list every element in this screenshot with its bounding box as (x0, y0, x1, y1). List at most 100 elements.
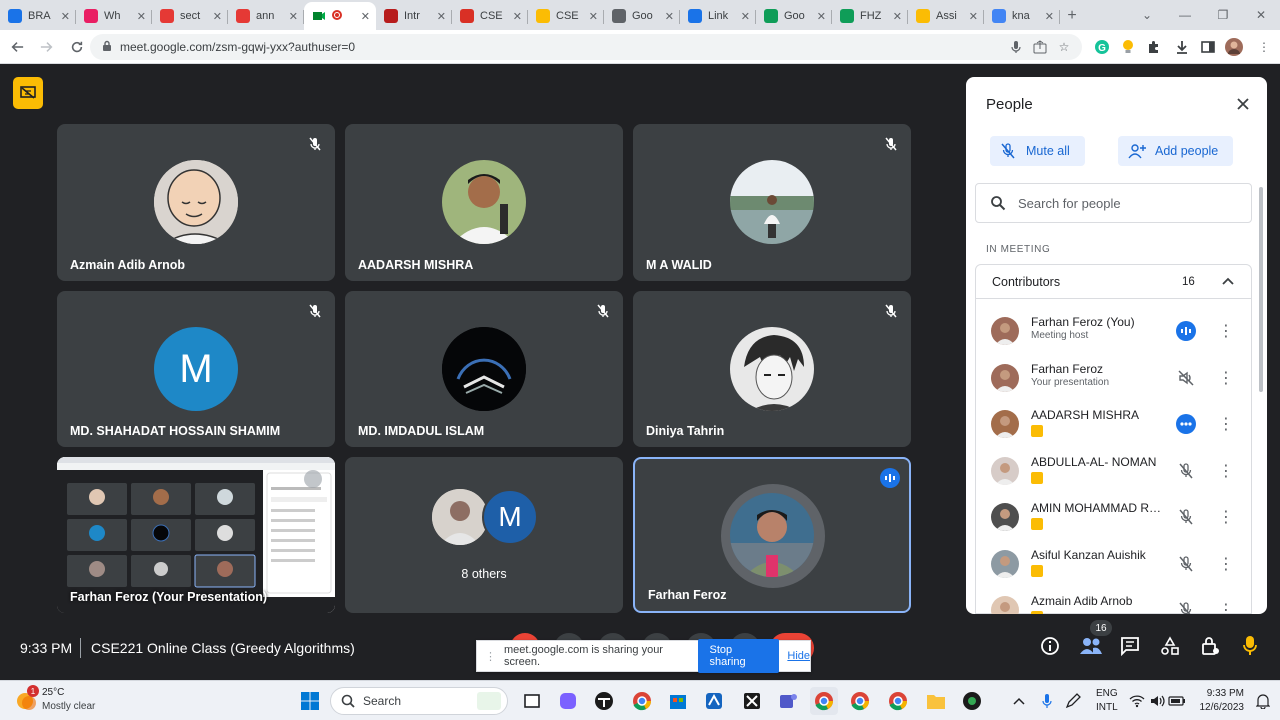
activities-icon[interactable] (1160, 636, 1180, 656)
audio-off-icon[interactable] (1175, 367, 1197, 389)
chat-icon[interactable] (1120, 636, 1140, 657)
app-icon[interactable] (738, 687, 766, 715)
browser-tab[interactable]: BRA ✕ (0, 2, 76, 30)
share-icon[interactable] (1030, 37, 1050, 57)
tab-close-icon[interactable]: ✕ (289, 10, 298, 23)
info-icon[interactable] (1040, 636, 1060, 656)
chrome-icon[interactable] (628, 687, 656, 715)
participant-row[interactable]: Farhan Feroz (You) Meeting host ⋮ (975, 308, 1249, 354)
mic-off-icon[interactable] (1175, 599, 1197, 614)
browser-tab[interactable]: sect ✕ (152, 2, 228, 30)
participant-tile-walid[interactable]: M A WALID (633, 124, 911, 281)
more-options-icon[interactable]: ⋮ (1218, 553, 1234, 575)
start-button[interactable] (296, 687, 324, 715)
search-people-input[interactable]: Search for people (975, 183, 1252, 223)
store-icon[interactable] (664, 687, 692, 715)
lightbulb-icon[interactable] (1118, 37, 1138, 57)
participant-tile-others[interactable]: M 8 others (345, 457, 623, 613)
maximize-button[interactable]: ❐ (1204, 0, 1242, 30)
teams-icon[interactable] (774, 687, 802, 715)
chat-app-icon[interactable] (554, 687, 582, 715)
microphone-icon[interactable] (1006, 37, 1026, 57)
participant-row[interactable]: AADARSH MISHRA ⋮ (975, 401, 1249, 447)
language-label[interactable]: ENG (1096, 688, 1118, 699)
mic-off-icon[interactable] (1175, 460, 1197, 482)
chrome-icon[interactable] (884, 687, 912, 715)
grip-icon[interactable]: ⋮ (485, 650, 496, 663)
browser-tab[interactable]: Wh ✕ (76, 2, 152, 30)
forward-icon[interactable] (34, 34, 60, 60)
reload-icon[interactable] (64, 34, 90, 60)
more-options-icon[interactable]: ⋮ (1218, 413, 1234, 435)
grammarly-icon[interactable]: G (1092, 37, 1112, 57)
participant-tile-presentation[interactable]: Farhan Feroz (Your Presentation) (57, 457, 335, 613)
more-options-icon[interactable]: ⋮ (1218, 320, 1234, 342)
mic-off-icon[interactable] (1175, 506, 1197, 528)
chevron-up-icon[interactable] (1221, 276, 1235, 286)
browser-tab[interactable]: ✕ (304, 2, 376, 30)
browser-tab[interactable]: Goo ✕ (604, 2, 680, 30)
download-icon[interactable] (1172, 37, 1192, 57)
tab-close-icon[interactable]: ✕ (589, 10, 598, 23)
host-controls-icon[interactable] (1200, 636, 1220, 656)
participant-row[interactable]: ABDULLA-AL- NOMAN ⋮ (975, 448, 1249, 494)
more-options-icon[interactable]: ⋮ (1218, 599, 1234, 614)
browser-tab[interactable]: CSE ✕ (452, 2, 528, 30)
tab-search-icon[interactable]: ⌄ (1128, 0, 1166, 30)
app-icon[interactable] (958, 687, 986, 715)
minimize-button[interactable]: — (1166, 0, 1204, 30)
tab-close-icon[interactable]: ✕ (1045, 10, 1054, 23)
extensions-icon[interactable] (1144, 37, 1164, 57)
star-icon[interactable]: ☆ (1054, 37, 1074, 57)
browser-tab[interactable]: FHZ ✕ (832, 2, 908, 30)
tab-close-icon[interactable]: ✕ (513, 10, 522, 23)
tab-close-icon[interactable]: ✕ (137, 10, 146, 23)
tab-close-icon[interactable]: ✕ (817, 10, 826, 23)
browser-tab[interactable]: kna ✕ (984, 2, 1060, 30)
participant-tile-imdadul[interactable]: MD. IMDADUL ISLAM (345, 291, 623, 447)
more-menu-icon[interactable]: ⋮ (1254, 37, 1274, 57)
clock-date[interactable]: 12/6/2023 (1196, 702, 1245, 713)
volume-icon[interactable] (1146, 687, 1168, 715)
file-explorer-icon[interactable] (922, 687, 950, 715)
battery-icon[interactable] (1166, 687, 1188, 715)
hide-link[interactable]: Hide (787, 650, 810, 662)
wifi-icon[interactable] (1126, 687, 1148, 715)
more-options-icon[interactable]: ⋮ (1218, 506, 1234, 528)
chrome-icon[interactable] (846, 687, 874, 715)
chevron-up-icon[interactable] (1006, 687, 1032, 715)
participant-tile-self[interactable]: Farhan Feroz (633, 457, 911, 613)
participant-tile-aadarsh[interactable]: AADARSH MISHRA (345, 124, 623, 281)
side-panel-icon[interactable] (1198, 37, 1218, 57)
clock-time[interactable]: 9:33 PM (1196, 688, 1244, 699)
contributors-header[interactable]: Contributors 16 (975, 265, 1252, 299)
hand-raise-icon[interactable] (1240, 634, 1260, 658)
notification-icon[interactable] (1250, 687, 1276, 715)
taskbar-search[interactable]: Search (330, 687, 508, 715)
tab-close-icon[interactable]: ✕ (741, 10, 750, 23)
participant-tile-shahadat[interactable]: M MD. SHAHADAT HOSSAIN SHAMIM (57, 291, 335, 447)
stop-sharing-button[interactable]: Stop sharing (697, 639, 780, 673)
tab-close-icon[interactable]: ✕ (893, 10, 902, 23)
participant-tile-diniya[interactable]: Diniya Tahrin (633, 291, 911, 447)
tab-close-icon[interactable]: ✕ (361, 10, 370, 23)
participant-row[interactable]: AMIN MOHAMMAD RO... ⋮ (975, 494, 1249, 540)
participant-row[interactable]: Azmain Adib Arnob ⋮ (975, 587, 1249, 614)
app-icon[interactable] (700, 687, 728, 715)
tab-close-icon[interactable]: ✕ (969, 10, 978, 23)
tab-close-icon[interactable]: ✕ (61, 10, 70, 23)
panel-scrollbar[interactable] (1259, 187, 1263, 392)
browser-tab[interactable]: Intr ✕ (376, 2, 452, 30)
app-icon[interactable] (590, 687, 618, 715)
close-window-button[interactable]: ✕ (1242, 0, 1280, 30)
speaking-indicator-icon[interactable] (1175, 320, 1197, 342)
weather-icon[interactable]: 1 (14, 685, 40, 713)
presentation-indicator-icon[interactable] (13, 77, 43, 109)
participant-row[interactable]: Asiful Kanzan Auishik ⋮ (975, 541, 1249, 587)
browser-tab[interactable]: CSE ✕ (528, 2, 604, 30)
audio-dots-icon[interactable] (1175, 413, 1197, 435)
tab-close-icon[interactable]: ✕ (213, 10, 222, 23)
participant-row[interactable]: Farhan Feroz Your presentation ⋮ (975, 355, 1249, 401)
mic-off-icon[interactable] (1175, 553, 1197, 575)
chrome-icon[interactable] (810, 687, 838, 715)
